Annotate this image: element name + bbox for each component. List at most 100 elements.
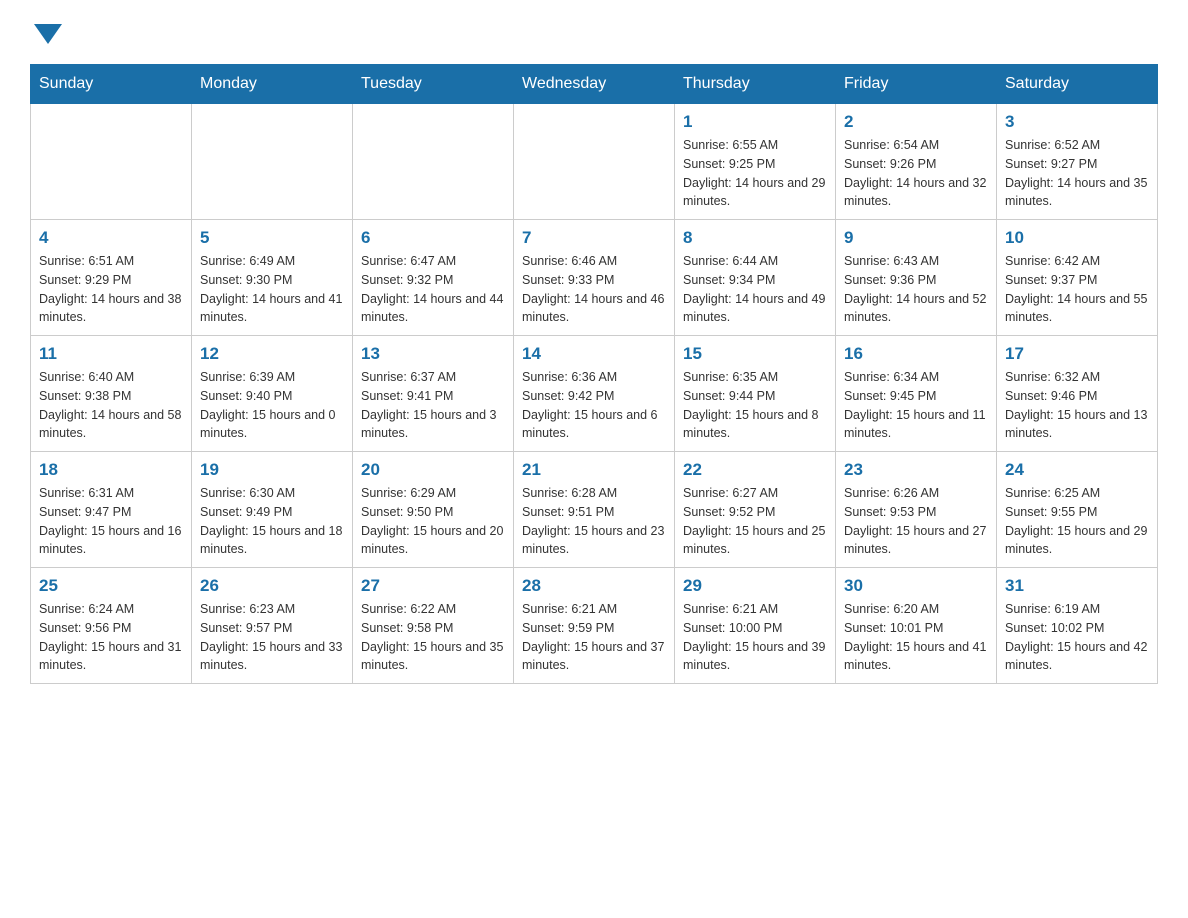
day-of-week-header: Tuesday — [353, 65, 514, 104]
calendar-cell: 27Sunrise: 6:22 AMSunset: 9:58 PMDayligh… — [353, 568, 514, 684]
day-info: Sunrise: 6:42 AMSunset: 9:37 PMDaylight:… — [1005, 252, 1149, 327]
day-info: Sunrise: 6:23 AMSunset: 9:57 PMDaylight:… — [200, 600, 344, 675]
calendar-cell: 13 Sunrise: 6:37 AMSunset: 9:41 PMDayligh… — [353, 336, 514, 452]
day-info: Sunrise: 6:22 AMSunset: 9:58 PMDaylight:… — [361, 600, 505, 675]
calendar-cell: 12Sunrise: 6:39 AMSunset: 9:40 PMDayligh… — [192, 336, 353, 452]
day-number: 1 — [683, 112, 827, 132]
day-info: Sunrise: 6:25 AMSunset: 9:55 PMDaylight:… — [1005, 484, 1149, 559]
calendar-week-row: 25 Sunrise: 6:24 AMSunset: 9:56 PMDayligh… — [31, 568, 1158, 684]
day-number: 28 — [522, 576, 666, 596]
day-number: 31 — [1005, 576, 1149, 596]
day-info: Sunrise: 6:24 AMSunset: 9:56 PMDaylight:… — [39, 600, 183, 675]
day-info: Sunrise: 6:32 AMSunset: 9:46 PMDaylight:… — [1005, 368, 1149, 443]
calendar-cell: 16 Sunrise: 6:34 AMSunset: 9:45 PMDayligh… — [836, 336, 997, 452]
calendar-cell: 29 Sunrise: 6:21 AMSunset: 10:00 PMDaylig… — [675, 568, 836, 684]
day-number: 24 — [1005, 460, 1149, 480]
calendar-table: SundayMondayTuesdayWednesdayThursdayFrid… — [30, 64, 1158, 684]
day-info: Sunrise: 6:39 AMSunset: 9:40 PMDaylight:… — [200, 368, 344, 443]
calendar-cell: 25 Sunrise: 6:24 AMSunset: 9:56 PMDayligh… — [31, 568, 192, 684]
day-info: Sunrise: 6:44 AMSunset: 9:34 PMDaylight:… — [683, 252, 827, 327]
day-info: Sunrise: 6:49 AMSunset: 9:30 PMDaylight:… — [200, 252, 344, 327]
day-number: 5 — [200, 228, 344, 248]
calendar-cell: 23 Sunrise: 6:26 AMSunset: 9:53 PMDayligh… — [836, 452, 997, 568]
day-info: Sunrise: 6:26 AMSunset: 9:53 PMDaylight:… — [844, 484, 988, 559]
day-number: 30 — [844, 576, 988, 596]
calendar-cell: 22 Sunrise: 6:27 AMSunset: 9:52 PMDayligh… — [675, 452, 836, 568]
calendar-cell: 2 Sunrise: 6:54 AMSunset: 9:26 PMDaylight… — [836, 104, 997, 220]
day-number: 19 — [200, 460, 344, 480]
day-of-week-header: Monday — [192, 65, 353, 104]
calendar-cell: 5 Sunrise: 6:49 AMSunset: 9:30 PMDaylight… — [192, 220, 353, 336]
day-number: 18 — [39, 460, 183, 480]
day-info: Sunrise: 6:43 AMSunset: 9:36 PMDaylight:… — [844, 252, 988, 327]
calendar-week-row: 1 Sunrise: 6:55 AMSunset: 9:25 PMDaylight… — [31, 104, 1158, 220]
day-info: Sunrise: 6:46 AMSunset: 9:33 PMDaylight:… — [522, 252, 666, 327]
calendar-week-row: 11 Sunrise: 6:40 AMSunset: 9:38 PMDayligh… — [31, 336, 1158, 452]
day-info: Sunrise: 6:34 AMSunset: 9:45 PMDaylight:… — [844, 368, 988, 443]
day-info: Sunrise: 6:29 AMSunset: 9:50 PMDaylight:… — [361, 484, 505, 559]
day-info: Sunrise: 6:37 AMSunset: 9:41 PMDaylight:… — [361, 368, 505, 443]
day-info: Sunrise: 6:30 AMSunset: 9:49 PMDaylight:… — [200, 484, 344, 559]
calendar-cell: 11 Sunrise: 6:40 AMSunset: 9:38 PMDayligh… — [31, 336, 192, 452]
calendar-cell — [353, 104, 514, 220]
day-number: 6 — [361, 228, 505, 248]
day-number: 21 — [522, 460, 666, 480]
day-number: 16 — [844, 344, 988, 364]
day-info: Sunrise: 6:55 AMSunset: 9:25 PMDaylight:… — [683, 136, 827, 211]
day-number: 4 — [39, 228, 183, 248]
day-number: 10 — [1005, 228, 1149, 248]
day-info: Sunrise: 6:40 AMSunset: 9:38 PMDaylight:… — [39, 368, 183, 443]
calendar-cell: 14 Sunrise: 6:36 AMSunset: 9:42 PMDayligh… — [514, 336, 675, 452]
page-header — [30, 20, 1158, 44]
day-number: 20 — [361, 460, 505, 480]
day-info: Sunrise: 6:31 AMSunset: 9:47 PMDaylight:… — [39, 484, 183, 559]
day-info: Sunrise: 6:27 AMSunset: 9:52 PMDaylight:… — [683, 484, 827, 559]
day-number: 3 — [1005, 112, 1149, 132]
day-info: Sunrise: 6:35 AMSunset: 9:44 PMDaylight:… — [683, 368, 827, 443]
calendar-cell: 9 Sunrise: 6:43 AMSunset: 9:36 PMDaylight… — [836, 220, 997, 336]
day-of-week-header: Wednesday — [514, 65, 675, 104]
day-info: Sunrise: 6:28 AMSunset: 9:51 PMDaylight:… — [522, 484, 666, 559]
day-number: 26 — [200, 576, 344, 596]
day-number: 8 — [683, 228, 827, 248]
day-info: Sunrise: 6:21 AMSunset: 10:00 PMDaylight… — [683, 600, 827, 675]
day-number: 2 — [844, 112, 988, 132]
day-number: 15 — [683, 344, 827, 364]
calendar-cell: 15 Sunrise: 6:35 AMSunset: 9:44 PMDayligh… — [675, 336, 836, 452]
day-of-week-header: Saturday — [997, 65, 1158, 104]
day-number: 25 — [39, 576, 183, 596]
calendar-cell: 10 Sunrise: 6:42 AMSunset: 9:37 PMDayligh… — [997, 220, 1158, 336]
calendar-week-row: 18 Sunrise: 6:31 AMSunset: 9:47 PMDayligh… — [31, 452, 1158, 568]
calendar-cell: 3 Sunrise: 6:52 AMSunset: 9:27 PMDaylight… — [997, 104, 1158, 220]
day-number: 29 — [683, 576, 827, 596]
calendar-cell: 6 Sunrise: 6:47 AMSunset: 9:32 PMDaylight… — [353, 220, 514, 336]
calendar-cell: 24 Sunrise: 6:25 AMSunset: 9:55 PMDayligh… — [997, 452, 1158, 568]
logo — [30, 20, 62, 44]
day-number: 14 — [522, 344, 666, 364]
calendar-cell: 17 Sunrise: 6:32 AMSunset: 9:46 PMDayligh… — [997, 336, 1158, 452]
calendar-cell: 8 Sunrise: 6:44 AMSunset: 9:34 PMDaylight… — [675, 220, 836, 336]
day-number: 23 — [844, 460, 988, 480]
calendar-cell: 20 Sunrise: 6:29 AMSunset: 9:50 PMDayligh… — [353, 452, 514, 568]
day-info: Sunrise: 6:47 AMSunset: 9:32 PMDaylight:… — [361, 252, 505, 327]
day-number: 22 — [683, 460, 827, 480]
calendar-cell: 31Sunrise: 6:19 AMSunset: 10:02 PMDaylig… — [997, 568, 1158, 684]
calendar-cell: 1 Sunrise: 6:55 AMSunset: 9:25 PMDaylight… — [675, 104, 836, 220]
calendar-week-row: 4Sunrise: 6:51 AMSunset: 9:29 PMDaylight… — [31, 220, 1158, 336]
calendar-header-row: SundayMondayTuesdayWednesdayThursdayFrid… — [31, 65, 1158, 104]
day-info: Sunrise: 6:36 AMSunset: 9:42 PMDaylight:… — [522, 368, 666, 443]
day-info: Sunrise: 6:52 AMSunset: 9:27 PMDaylight:… — [1005, 136, 1149, 211]
day-number: 13 — [361, 344, 505, 364]
day-info: Sunrise: 6:54 AMSunset: 9:26 PMDaylight:… — [844, 136, 988, 211]
calendar-cell: 18 Sunrise: 6:31 AMSunset: 9:47 PMDayligh… — [31, 452, 192, 568]
day-number: 17 — [1005, 344, 1149, 364]
day-number: 11 — [39, 344, 183, 364]
day-of-week-header: Thursday — [675, 65, 836, 104]
calendar-cell: 26 Sunrise: 6:23 AMSunset: 9:57 PMDayligh… — [192, 568, 353, 684]
day-number: 9 — [844, 228, 988, 248]
calendar-cell: 21 Sunrise: 6:28 AMSunset: 9:51 PMDayligh… — [514, 452, 675, 568]
calendar-cell: 30 Sunrise: 6:20 AMSunset: 10:01 PMDaylig… — [836, 568, 997, 684]
day-of-week-header: Sunday — [31, 65, 192, 104]
calendar-cell — [514, 104, 675, 220]
day-info: Sunrise: 6:20 AMSunset: 10:01 PMDaylight… — [844, 600, 988, 675]
